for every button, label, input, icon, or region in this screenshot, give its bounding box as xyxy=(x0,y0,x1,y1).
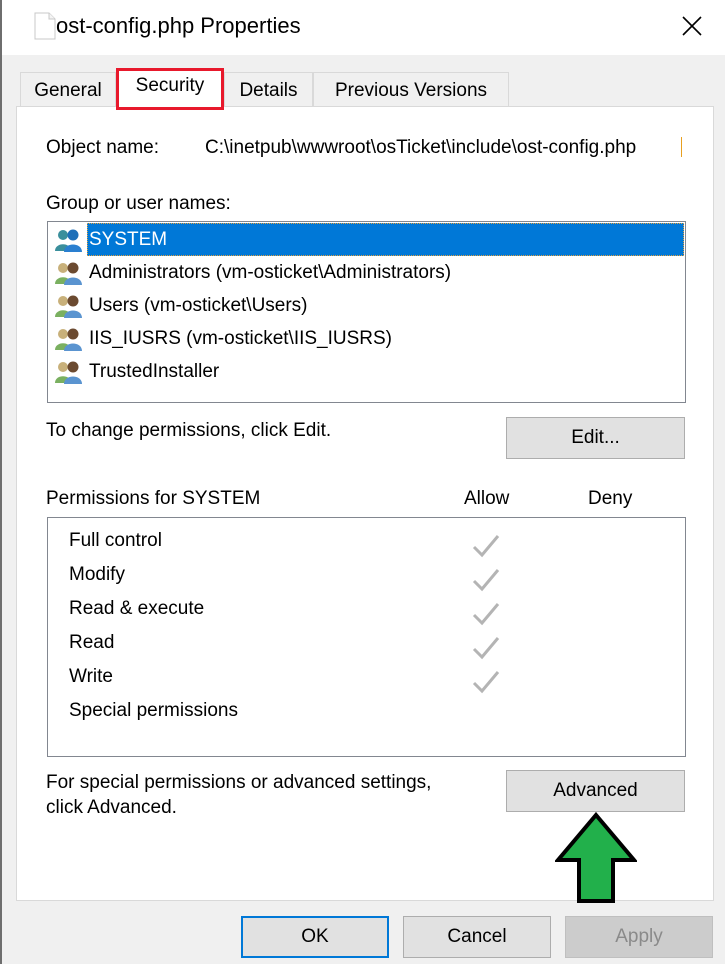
permission-name: Modify xyxy=(69,564,125,585)
advanced-button[interactable]: Advanced xyxy=(506,770,685,812)
permission-row-read-execute: Read & execute xyxy=(48,595,685,629)
allow-check-icon xyxy=(472,603,500,626)
permissions-list[interactable]: Full control Modify Read & execute Read … xyxy=(47,517,686,757)
ok-button[interactable]: OK xyxy=(241,916,389,958)
edit-button[interactable]: Edit... xyxy=(506,417,685,459)
tab-details[interactable]: Details xyxy=(224,72,313,108)
window-title: ost-config.php Properties xyxy=(56,13,301,38)
permission-name: Read xyxy=(69,632,115,653)
object-path: C:\inetpub\wwwroot\osTicket\include\ost-… xyxy=(205,137,637,158)
title-bar: ost-config.php Properties xyxy=(2,0,725,55)
allow-check-icon xyxy=(472,535,500,558)
principal-name: SYSTEM xyxy=(87,223,684,256)
close-icon xyxy=(682,16,702,36)
system-users-icon xyxy=(55,229,82,252)
tab-previous-versions[interactable]: Previous Versions xyxy=(313,72,509,108)
principal-item-users[interactable]: Users (vm-osticket\Users) xyxy=(51,289,684,322)
group-label: Group or user names: xyxy=(46,193,231,214)
allow-check-icon xyxy=(472,637,500,660)
principal-name: TrustedInstaller xyxy=(89,361,220,382)
permission-name: Write xyxy=(69,666,113,687)
advanced-hint-line2: click Advanced. xyxy=(46,797,177,818)
principal-name: IIS_IUSRS (vm-osticket\IIS_IUSRS) xyxy=(89,328,393,349)
apply-button[interactable]: Apply xyxy=(565,916,713,958)
users-icon xyxy=(55,262,82,285)
object-name-label: Object name: xyxy=(46,137,159,158)
tab-general[interactable]: General xyxy=(20,72,116,108)
file-icon xyxy=(34,12,56,40)
permission-name: Read & execute xyxy=(69,598,205,619)
allow-check-icon xyxy=(472,671,500,694)
cancel-button[interactable]: Cancel xyxy=(403,916,551,958)
users-icon xyxy=(55,361,82,384)
permissions-header: Permissions for SYSTEM xyxy=(46,488,261,509)
principal-name: Users (vm-osticket\Users) xyxy=(89,295,308,316)
principal-item-trustedinstaller[interactable]: TrustedInstaller xyxy=(51,355,684,388)
principal-item-iis-iusrs[interactable]: IIS_IUSRS (vm-osticket\IIS_IUSRS) xyxy=(51,322,684,355)
principals-list[interactable]: SYSTEM Administrators (vm-osticket\Admin… xyxy=(47,221,686,403)
deny-column-header: Deny xyxy=(588,488,633,509)
users-icon xyxy=(55,328,82,351)
principal-item-administrators[interactable]: Administrators (vm-osticket\Administrato… xyxy=(51,256,684,289)
permission-row-special: Special permissions xyxy=(48,697,685,731)
principal-item-system[interactable]: SYSTEM xyxy=(51,223,684,256)
allow-column-header: Allow xyxy=(464,488,510,509)
tab-security[interactable]: Security xyxy=(116,68,224,110)
change-permissions-hint: To change permissions, click Edit. xyxy=(46,420,332,441)
principal-name: Administrators (vm-osticket\Administrato… xyxy=(89,262,452,283)
permission-row-full-control: Full control xyxy=(48,527,685,561)
permission-row-modify: Modify xyxy=(48,561,685,595)
advanced-hint-line1: For special permissions or advanced sett… xyxy=(46,772,432,793)
green-arrow-annotation-icon xyxy=(555,812,637,903)
properties-dialog: ost-config.php Properties General Securi… xyxy=(0,0,725,964)
permission-row-write: Write xyxy=(48,663,685,697)
permission-row-read: Read xyxy=(48,629,685,663)
text-caret xyxy=(681,137,682,157)
allow-check-icon xyxy=(472,569,500,592)
close-button[interactable] xyxy=(666,6,718,46)
object-name-value[interactable]: C:\inetpub\wwwroot\osTicket\include\ost-… xyxy=(205,137,682,160)
permission-name: Special permissions xyxy=(69,700,238,721)
permission-name: Full control xyxy=(69,530,162,551)
security-panel: Object name: C:\inetpub\wwwroot\osTicket… xyxy=(16,106,714,901)
users-icon xyxy=(55,295,82,318)
